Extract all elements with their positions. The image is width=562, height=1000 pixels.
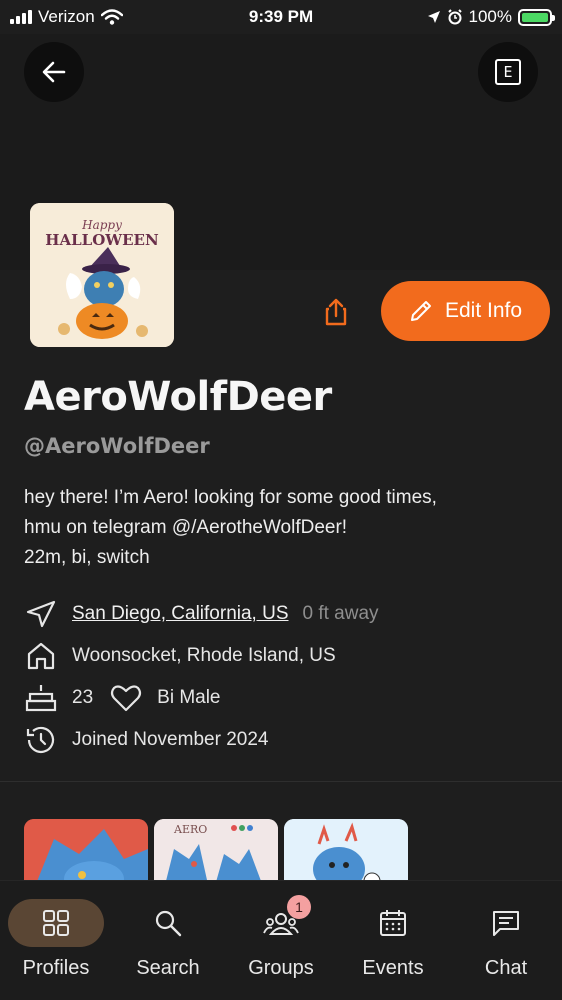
birthday-cake-icon xyxy=(25,685,57,712)
battery-percent: 100% xyxy=(468,7,512,26)
battery-icon xyxy=(518,8,555,26)
history-clock-icon xyxy=(26,726,55,753)
arrow-left-icon xyxy=(42,61,66,83)
pencil-icon xyxy=(410,301,431,321)
age-orientation-row: 23 Bi Male xyxy=(24,683,221,713)
hometown-label: Woonsocket, Rhode Island, US xyxy=(72,645,336,666)
status-bar: Verizon 9:39 PM 100% xyxy=(0,0,562,34)
profile-bio: hey there! I’m Aero! looking for some go… xyxy=(24,483,544,573)
bottom-navigation: Profiles Search 1 Groups Events Chat xyxy=(0,880,562,1000)
gallery-photo[interactable] xyxy=(284,819,408,889)
grid-icon xyxy=(43,910,69,936)
joined-label: Joined November 2024 xyxy=(72,729,269,750)
cell-signal-icon xyxy=(10,10,32,24)
gallery-image xyxy=(284,819,408,889)
nav-label: Events xyxy=(362,957,424,979)
edit-info-button[interactable]: Edit Info xyxy=(381,281,550,341)
nav-label: Groups xyxy=(248,957,314,979)
chat-icon xyxy=(493,911,519,936)
hometown-row: Woonsocket, Rhode Island, US xyxy=(24,641,336,671)
carrier-label: Verizon xyxy=(38,7,95,26)
navigation-arrow-icon xyxy=(26,600,56,628)
bio-line: hmu on telegram @/AerotheWolfDeer! xyxy=(24,517,348,538)
section-divider xyxy=(0,781,562,782)
location-arrow-icon xyxy=(427,11,440,23)
alarm-icon xyxy=(447,9,462,25)
location-row: San Diego, California, US 0 ft away xyxy=(24,599,379,629)
search-icon xyxy=(155,910,182,937)
gallery-lettering: AERO xyxy=(173,823,207,836)
bio-line: 22m, bi, switch xyxy=(24,547,150,568)
e-box-icon: E xyxy=(495,59,521,85)
nav-item-chat[interactable]: Chat xyxy=(450,899,562,980)
edit-info-label: Edit Info xyxy=(444,299,523,322)
nav-item-groups[interactable]: 1 Groups xyxy=(225,895,337,980)
profile-avatar[interactable]: Happy HALLOWEEN xyxy=(30,203,174,347)
avatar-artwork: Happy HALLOWEEN xyxy=(30,203,174,347)
share-icon xyxy=(325,298,347,326)
nav-item-search[interactable]: Search xyxy=(112,899,224,980)
wifi-icon xyxy=(100,9,123,25)
heart-icon xyxy=(111,685,142,712)
joined-row: Joined November 2024 xyxy=(24,725,268,755)
nav-label: Profiles xyxy=(22,957,90,979)
gallery-image xyxy=(24,819,148,889)
nav-item-profiles[interactable]: Profiles xyxy=(0,899,112,980)
age-label: 23 xyxy=(72,687,94,708)
back-button[interactable] xyxy=(24,42,84,102)
gallery-photo[interactable] xyxy=(24,819,148,889)
distance-label: 0 ft away xyxy=(302,603,379,624)
gallery-photo[interactable]: AERO xyxy=(154,819,278,889)
calendar-icon xyxy=(380,910,406,936)
share-button[interactable] xyxy=(320,296,352,328)
display-name: AeroWolfDeer xyxy=(24,374,332,420)
nav-label: Chat xyxy=(484,957,528,979)
home-icon xyxy=(27,642,55,670)
svg-text:Happy: Happy xyxy=(81,218,122,232)
bio-line: hey there! I’m Aero! looking for some go… xyxy=(24,487,437,508)
username-handle: @AeroWolfDeer xyxy=(24,434,210,458)
gallery-image: AERO xyxy=(154,819,278,889)
orientation-label: Bi Male xyxy=(157,687,221,708)
nav-item-events[interactable]: Events xyxy=(337,899,449,980)
location-link[interactable]: San Diego, California, US xyxy=(72,603,289,625)
svg-text:HALLOWEEN: HALLOWEEN xyxy=(45,231,159,249)
profile-menu-button[interactable]: E xyxy=(478,42,538,102)
notification-badge: 1 xyxy=(287,895,311,919)
nav-label: Search xyxy=(136,957,200,979)
